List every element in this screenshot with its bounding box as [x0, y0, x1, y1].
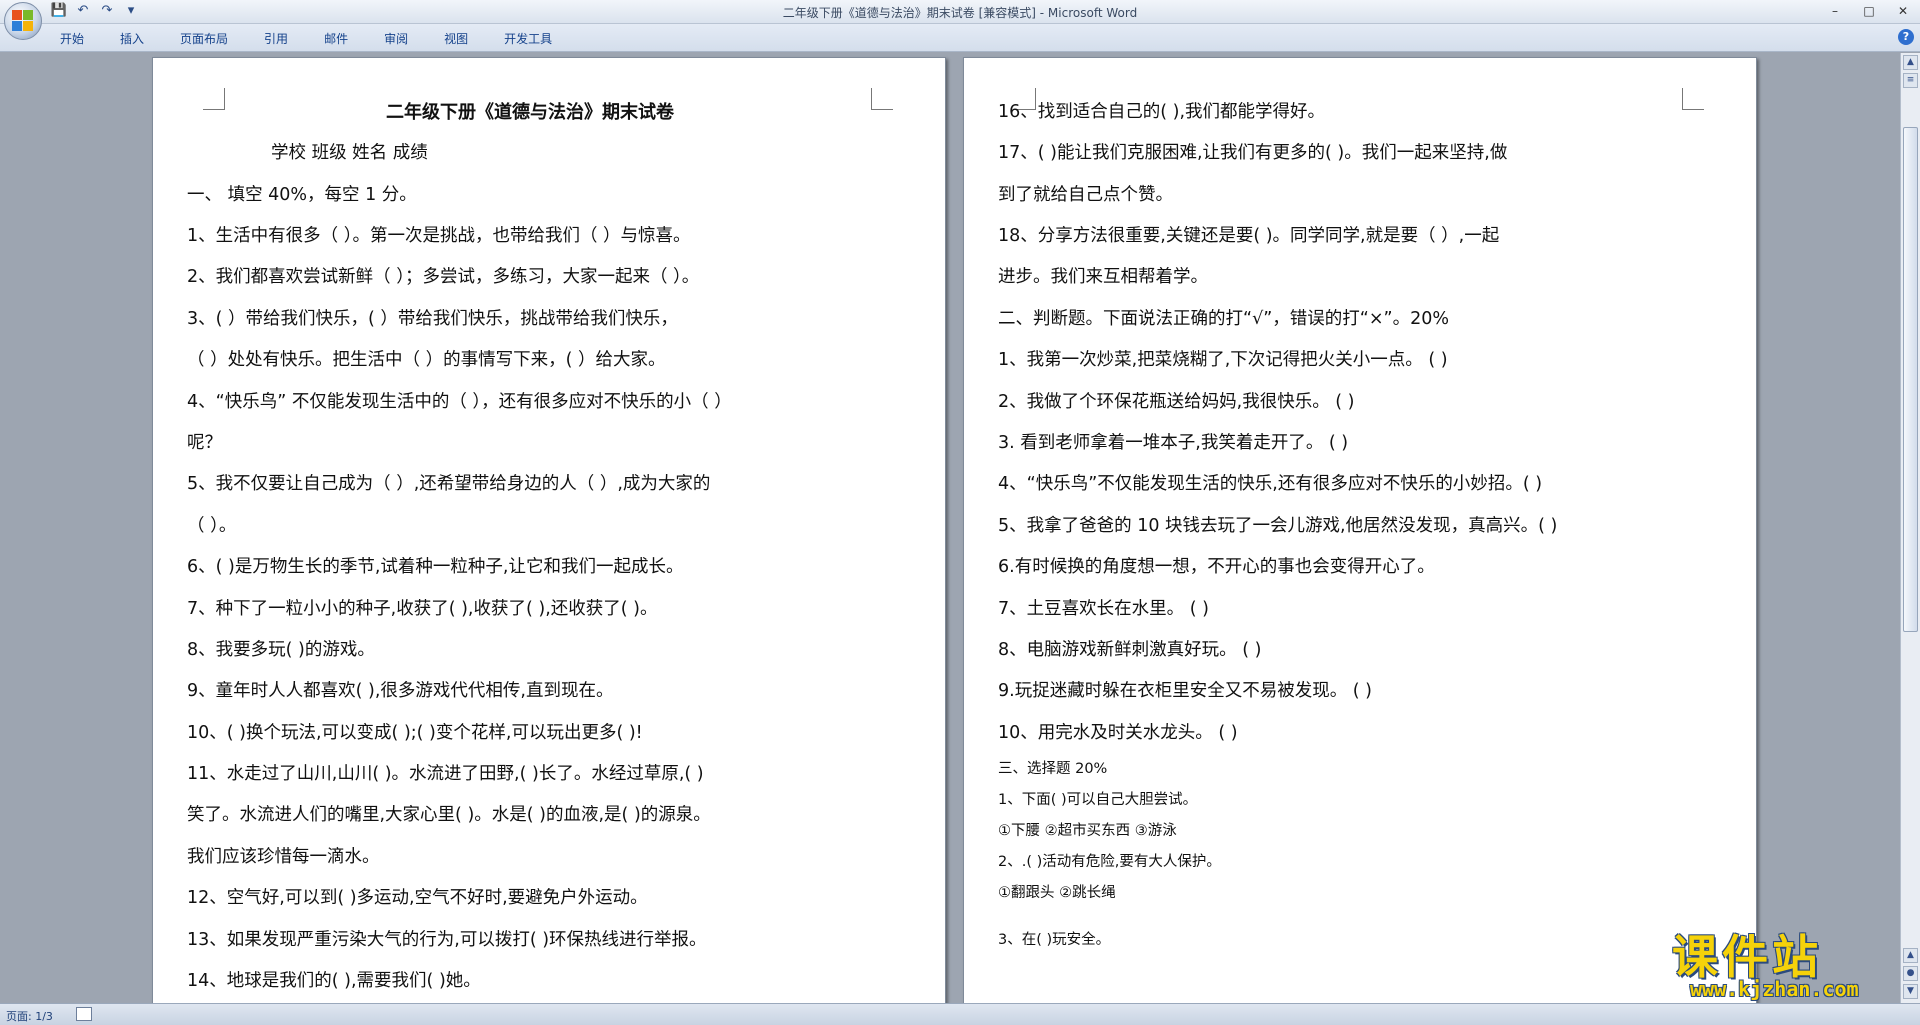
scroll-up-icon[interactable]: ▲: [1903, 55, 1918, 70]
document-line: 4、“快乐鸟” 不仅能发现生活中的（ ），还有很多应对不快乐的小（ ）: [187, 392, 732, 412]
quick-access-toolbar: 💾 ↶ ↷ ▾: [50, 3, 140, 19]
document-line: 2、我做了个环保花瓶送给妈妈,我很快乐。 ( ): [998, 392, 1355, 412]
document-line: 到了就给自己点个赞。: [998, 185, 1173, 205]
tab-mailings[interactable]: 邮件: [324, 30, 348, 47]
tab-page-layout[interactable]: 页面布局: [180, 30, 228, 47]
document-line: 1、生活中有很多（ ）。第一次是挑战，也带给我们（ ）与惊喜。: [187, 226, 691, 246]
close-button[interactable]: ✕: [1886, 0, 1920, 22]
document-line: 2、我们都喜欢尝试新鲜（ ）；多尝试，多练习，大家一起来（ ）。: [187, 267, 700, 287]
document-line: 笑了。水流进人们的嘴里,大家心里( )。水是( )的血液,是( )的源泉。: [187, 805, 711, 825]
minimize-button[interactable]: –: [1818, 0, 1852, 22]
document-line: 9、童年时人人都喜欢( ),很多游戏代代相传,直到现在。: [187, 681, 614, 701]
document-line: 14、地球是我们的( ),需要我们( )她。: [187, 971, 481, 991]
maximize-button[interactable]: □: [1852, 0, 1886, 22]
undo-icon[interactable]: ↶: [74, 3, 92, 19]
document-line: 7、土豆喜欢长在水里。 ( ): [998, 599, 1209, 619]
document-line: 11、水走过了山川,山川( )。水流进了田野,( )长了。水经过草原,( ): [187, 764, 704, 784]
status-bar: 页面: 1/3: [0, 1003, 1920, 1025]
document-line: 6.有时候换的角度想一想，不开心的事也会变得开心了。: [998, 557, 1435, 577]
watermark-logo: 课件站 www.kjzhan.com: [1668, 921, 1898, 1005]
document-line: （ ）。: [187, 516, 237, 536]
tab-developer[interactable]: 开发工具: [504, 30, 552, 47]
document-line: 3、在( )玩安全。: [998, 932, 1111, 948]
document-page-right[interactable]: 16、找到适合自己的( ),我们都能学得好。 17、( )能让我们克服困难,让我们…: [963, 57, 1757, 1003]
scroll-thumb[interactable]: [1903, 127, 1918, 632]
document-line: 学校 班级 姓名 成绩: [271, 143, 428, 163]
document-line: 三、选择题 20%: [998, 761, 1108, 777]
document-line: 8、我要多玩( )的游戏。: [187, 640, 375, 660]
document-line: ①翻跟头 ②跳长绳: [998, 885, 1116, 901]
document-line: 2、.( )活动有危险,要有大人保护。: [998, 854, 1221, 870]
office-button[interactable]: [4, 2, 42, 40]
document-line: 12、空气好,可以到( )多运动,空气不好时,要避免户外运动。: [187, 888, 648, 908]
window-title: 二年级下册《道德与法治》期末试卷 [兼容模式] - Microsoft Word: [782, 6, 1138, 20]
redo-icon[interactable]: ↷: [98, 3, 116, 19]
document-line: 6、( )是万物生长的季节,试着种一粒种子,让它和我们一起成长。: [187, 557, 684, 577]
margin-corner-mark: [871, 88, 893, 110]
window-controls: – □ ✕: [1818, 0, 1920, 22]
ribbon-tabs: 开始 插入 页面布局 引用 邮件 审阅 视图 开发工具: [60, 30, 588, 47]
ruler-toggle-icon[interactable]: ≡: [1903, 73, 1918, 88]
document-page-left[interactable]: 二年级下册《道德与法治》期末试卷学校 班级 姓名 成绩一、 填空 40%，每空 …: [152, 57, 946, 1003]
document-line: ①下腰 ②超市买东西 ③游泳: [998, 823, 1177, 839]
document-title: 二年级下册《道德与法治》期末试卷: [386, 102, 674, 123]
page-count[interactable]: 页面: 1/3: [6, 1008, 53, 1024]
document-line: 3、( ）带给我们快乐，( ）带给我们快乐，挑战带给我们快乐，: [187, 309, 678, 329]
document-line: 17、( )能让我们克服困难,让我们有更多的( )。我们一起来坚持,做: [998, 143, 1508, 163]
select-browse-object-icon[interactable]: ●: [1903, 966, 1918, 981]
tab-review[interactable]: 审阅: [384, 30, 408, 47]
document-line: （ ）处处有快乐。把生活中（ ）的事情写下来，( ）给大家。: [187, 350, 666, 370]
document-line: 5、我不仅要让自己成为（ ）,还希望带给身边的人（ ）,成为大家的: [187, 474, 711, 494]
office-logo-icon: [12, 10, 34, 32]
customize-qat-icon[interactable]: ▾: [122, 3, 140, 19]
margin-corner-mark: [1682, 88, 1704, 110]
watermark-url: www.kjzhan.com: [1690, 977, 1859, 1001]
document-line: 二、判断题。下面说法正确的打“√”，错误的打“×”。20%: [998, 309, 1449, 329]
document-line: 18、分享方法很重要,关键还是要( )。同学同学,就是要（ ）,一起: [998, 226, 1500, 246]
document-line: 7、种下了一粒小小的种子,收获了( ),收获了( ),还收获了( )。: [187, 599, 658, 619]
title-bar: 二年级下册《道德与法治》期末试卷 [兼容模式] - Microsoft Word…: [0, 0, 1920, 24]
vertical-scrollbar[interactable]: ▲ ≡ ▲ ● ▼: [1900, 53, 1920, 1003]
document-line: 9.玩捉迷藏时躲在衣柜里安全又不易被发现。 ( ): [998, 681, 1372, 701]
document-line: 5、我拿了爸爸的 10 块钱去玩了一会儿游戏,他居然没发现，真高兴。( ): [998, 516, 1558, 536]
margin-corner-mark: [203, 88, 225, 110]
document-line: 呢？: [187, 433, 222, 453]
proofing-icon[interactable]: [76, 1007, 92, 1021]
document-line: 一、 填空 40%，每空 1 分。: [187, 185, 417, 205]
document-line: 1、我第一次炒菜,把菜烧糊了,下次记得把火关小一点。 ( ): [998, 350, 1448, 370]
document-line: 4、“快乐鸟”不仅能发现生活的快乐,还有很多应对不快乐的小妙招。( ): [998, 474, 1543, 494]
document-line: 10、用完水及时关水龙头。 ( ): [998, 723, 1238, 743]
tab-references[interactable]: 引用: [264, 30, 288, 47]
document-line: 进步。我们来互相帮着学。: [998, 267, 1208, 287]
document-line: 8、电脑游戏新鲜刺激真好玩。 ( ): [998, 640, 1262, 660]
document-line: 13、如果发现严重污染大气的行为,可以拨打( )环保热线进行举报。: [187, 930, 707, 950]
tab-view[interactable]: 视图: [444, 30, 468, 47]
tab-home[interactable]: 开始: [60, 30, 84, 47]
document-line: 10、( )换个玩法,可以变成( );( )变个花样,可以玩出更多( )!: [187, 723, 643, 743]
document-line: 1、下面( )可以自己大胆尝试。: [998, 792, 1198, 808]
tab-insert[interactable]: 插入: [120, 30, 144, 47]
document-line: 16、找到适合自己的( ),我们都能学得好。: [998, 102, 1326, 122]
document-workspace: 二年级下册《道德与法治》期末试卷学校 班级 姓名 成绩一、 填空 40%，每空 …: [0, 53, 1900, 1003]
next-page-icon[interactable]: ▼: [1903, 984, 1918, 999]
save-icon[interactable]: 💾: [50, 3, 68, 19]
previous-page-icon[interactable]: ▲: [1903, 948, 1918, 963]
document-line: 我们应该珍惜每一滴水。: [187, 847, 380, 867]
document-line: 3. 看到老师拿着一堆本子,我笑着走开了。 ( ): [998, 433, 1349, 453]
help-icon[interactable]: ?: [1898, 29, 1914, 45]
ribbon: 开始 插入 页面布局 引用 邮件 审阅 视图 开发工具 ?: [0, 24, 1920, 52]
